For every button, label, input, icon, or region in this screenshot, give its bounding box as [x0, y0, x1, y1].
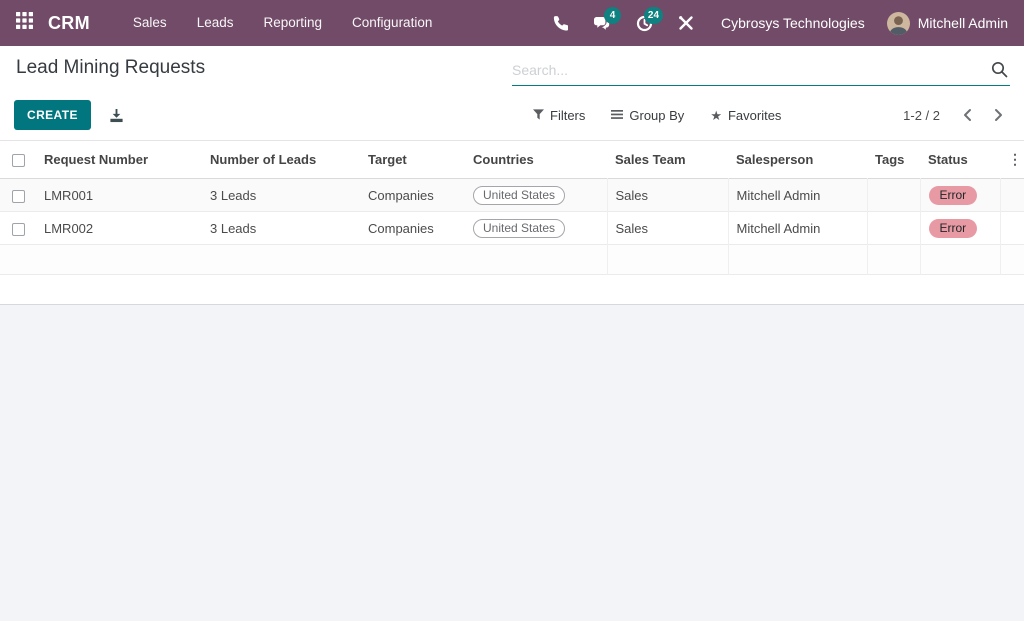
table-header-row: Request Number Number of Leads Target Co…: [0, 140, 1024, 179]
optional-columns-icon[interactable]: ⋮: [1008, 151, 1022, 167]
column-header-number-of-leads[interactable]: Number of Leads: [202, 141, 360, 179]
filters-label: Filters: [550, 107, 586, 123]
menu-reporting[interactable]: Reporting: [248, 0, 337, 46]
cell-number-of-leads[interactable]: 3 Leads: [202, 212, 360, 245]
column-header-countries[interactable]: Countries: [465, 141, 607, 179]
content-spacer: [0, 275, 1024, 304]
cell-tags[interactable]: [866, 211, 920, 245]
empty-row: [0, 244, 1024, 275]
cell-status[interactable]: Error: [919, 211, 1000, 245]
column-header-sales-team[interactable]: Sales Team: [607, 141, 728, 179]
favorites-button[interactable]: ★ Favorites: [710, 108, 781, 123]
column-header-salesperson[interactable]: Salesperson: [728, 141, 867, 179]
column-header-status[interactable]: Status: [920, 141, 1000, 179]
table-row[interactable]: LMR002 3 Leads Companies United States S…: [0, 211, 1024, 245]
cell-salesperson[interactable]: Mitchell Admin: [727, 178, 867, 212]
status-badge: Error: [928, 218, 978, 238]
create-button[interactable]: CREATE: [14, 100, 91, 130]
messages-icon[interactable]: 4: [585, 6, 622, 40]
table-row[interactable]: LMR001 3 Leads Companies United States S…: [0, 178, 1024, 212]
activities-badge: 24: [643, 7, 664, 24]
cell-salesperson[interactable]: Mitchell Admin: [727, 211, 867, 245]
user-name: Mitchell Admin: [917, 15, 1008, 31]
cell-tags[interactable]: [866, 178, 920, 212]
lower-background-panel: [0, 304, 1024, 621]
control-panel-bottom: CREATE Filters Group By ★ Favorites 1-2 …: [0, 90, 1024, 140]
select-all-checkbox[interactable]: [11, 154, 25, 168]
messages-badge: 4: [604, 7, 622, 24]
menu-sales[interactable]: Sales: [118, 0, 182, 46]
company-switcher[interactable]: Cybrosys Technologies: [711, 15, 879, 31]
group-by-button[interactable]: Group By: [611, 108, 684, 123]
activities-icon[interactable]: 24: [627, 6, 664, 40]
page-title: Lead Mining Requests: [16, 57, 206, 78]
cell-number-of-leads[interactable]: 3 Leads: [202, 179, 360, 212]
search-icon[interactable]: [988, 59, 1010, 81]
pager-value: 1-2 / 2: [903, 107, 940, 123]
app-name[interactable]: CRM: [48, 13, 90, 34]
pager: 1-2 / 2: [903, 104, 1010, 126]
control-panel-top: Lead Mining Requests: [0, 46, 1024, 90]
column-header-tags[interactable]: Tags: [867, 141, 920, 179]
cell-sales-team[interactable]: Sales: [606, 211, 728, 245]
cell-countries[interactable]: United States: [465, 179, 607, 212]
systray: 4 24 Cybrosys Technologies Mitchell Admi…: [543, 6, 1012, 40]
filters-button[interactable]: Filters: [533, 108, 585, 123]
apps-grid-icon: [15, 12, 33, 34]
country-tag: United States: [473, 218, 566, 238]
avatar: [886, 11, 910, 35]
status-badge: Error: [928, 185, 978, 205]
favorites-label: Favorites: [727, 107, 782, 123]
column-header-request-number[interactable]: Request Number: [36, 141, 202, 179]
apps-menu-button[interactable]: [0, 0, 48, 46]
cell-status[interactable]: Error: [919, 178, 1000, 212]
tools-icon[interactable]: [669, 6, 703, 40]
user-menu[interactable]: Mitchell Admin: [886, 11, 1012, 35]
search-options: Filters Group By ★ Favorites: [533, 108, 781, 123]
country-tag: United States: [473, 185, 566, 205]
column-header-target[interactable]: Target: [360, 141, 465, 179]
group-by-icon: [611, 108, 624, 123]
cell-request-number[interactable]: LMR001: [36, 179, 202, 212]
cell-countries[interactable]: United States: [465, 212, 607, 245]
cell-sales-team[interactable]: Sales: [606, 178, 728, 212]
row-checkbox[interactable]: [11, 189, 25, 203]
main-menu: Sales Leads Reporting Configuration: [118, 0, 447, 46]
pager-previous-icon[interactable]: [956, 104, 978, 126]
cell-target[interactable]: Companies: [360, 179, 465, 212]
menu-leads[interactable]: Leads: [182, 0, 249, 46]
filter-funnel-icon: [533, 108, 544, 123]
phone-icon[interactable]: [543, 6, 577, 40]
search-box: [512, 54, 1010, 86]
search-input[interactable]: [512, 61, 988, 78]
pager-next-icon[interactable]: [988, 104, 1010, 126]
row-checkbox[interactable]: [11, 222, 25, 236]
lead-mining-requests-table: Request Number Number of Leads Target Co…: [0, 140, 1024, 275]
cell-target[interactable]: Companies: [360, 212, 465, 245]
top-navbar: CRM Sales Leads Reporting Configuration …: [0, 0, 1024, 46]
export-icon[interactable]: [109, 108, 124, 123]
star-icon: ★: [710, 107, 722, 123]
menu-configuration[interactable]: Configuration: [337, 0, 447, 46]
group-by-label: Group By: [629, 107, 685, 123]
cell-request-number[interactable]: LMR002: [36, 212, 202, 245]
